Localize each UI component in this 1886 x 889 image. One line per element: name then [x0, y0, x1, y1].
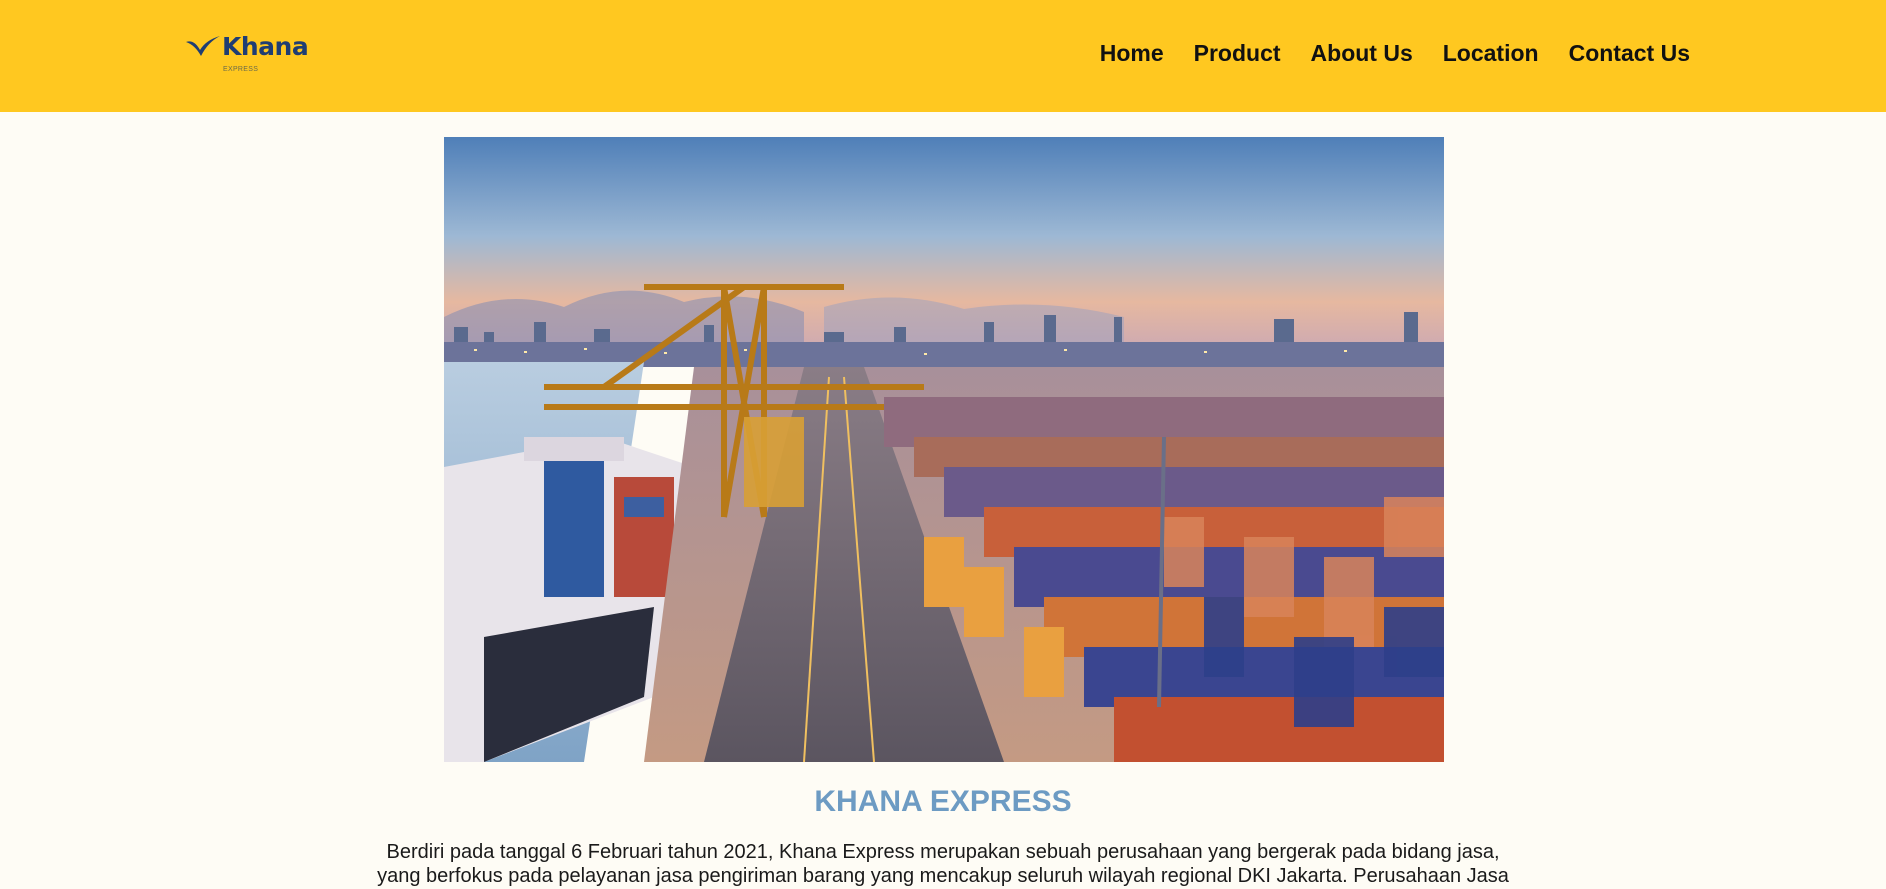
nav-product[interactable]: Product [1194, 40, 1281, 67]
container-port-photo [444, 137, 1444, 762]
logo-wing-icon [186, 36, 220, 56]
hero-image [444, 137, 1444, 762]
site-header: Khana EXPRESS Home Product About Us Loca… [0, 0, 1886, 112]
logo-tagline: EXPRESS [223, 66, 259, 73]
logo-name: Khana [222, 32, 309, 61]
logo[interactable]: Khana EXPRESS [186, 32, 311, 78]
nav-about-us[interactable]: About Us [1311, 40, 1413, 67]
nav-location[interactable]: Location [1443, 40, 1539, 67]
page-title: KHANA EXPRESS [814, 785, 1072, 818]
nav-home[interactable]: Home [1100, 40, 1164, 67]
company-description: Berdiri pada tanggal 6 Februari tahun 20… [377, 841, 1509, 887]
nav-contact-us[interactable]: Contact Us [1569, 40, 1690, 67]
main-nav: Home Product About Us Location Contact U… [1100, 40, 1690, 67]
